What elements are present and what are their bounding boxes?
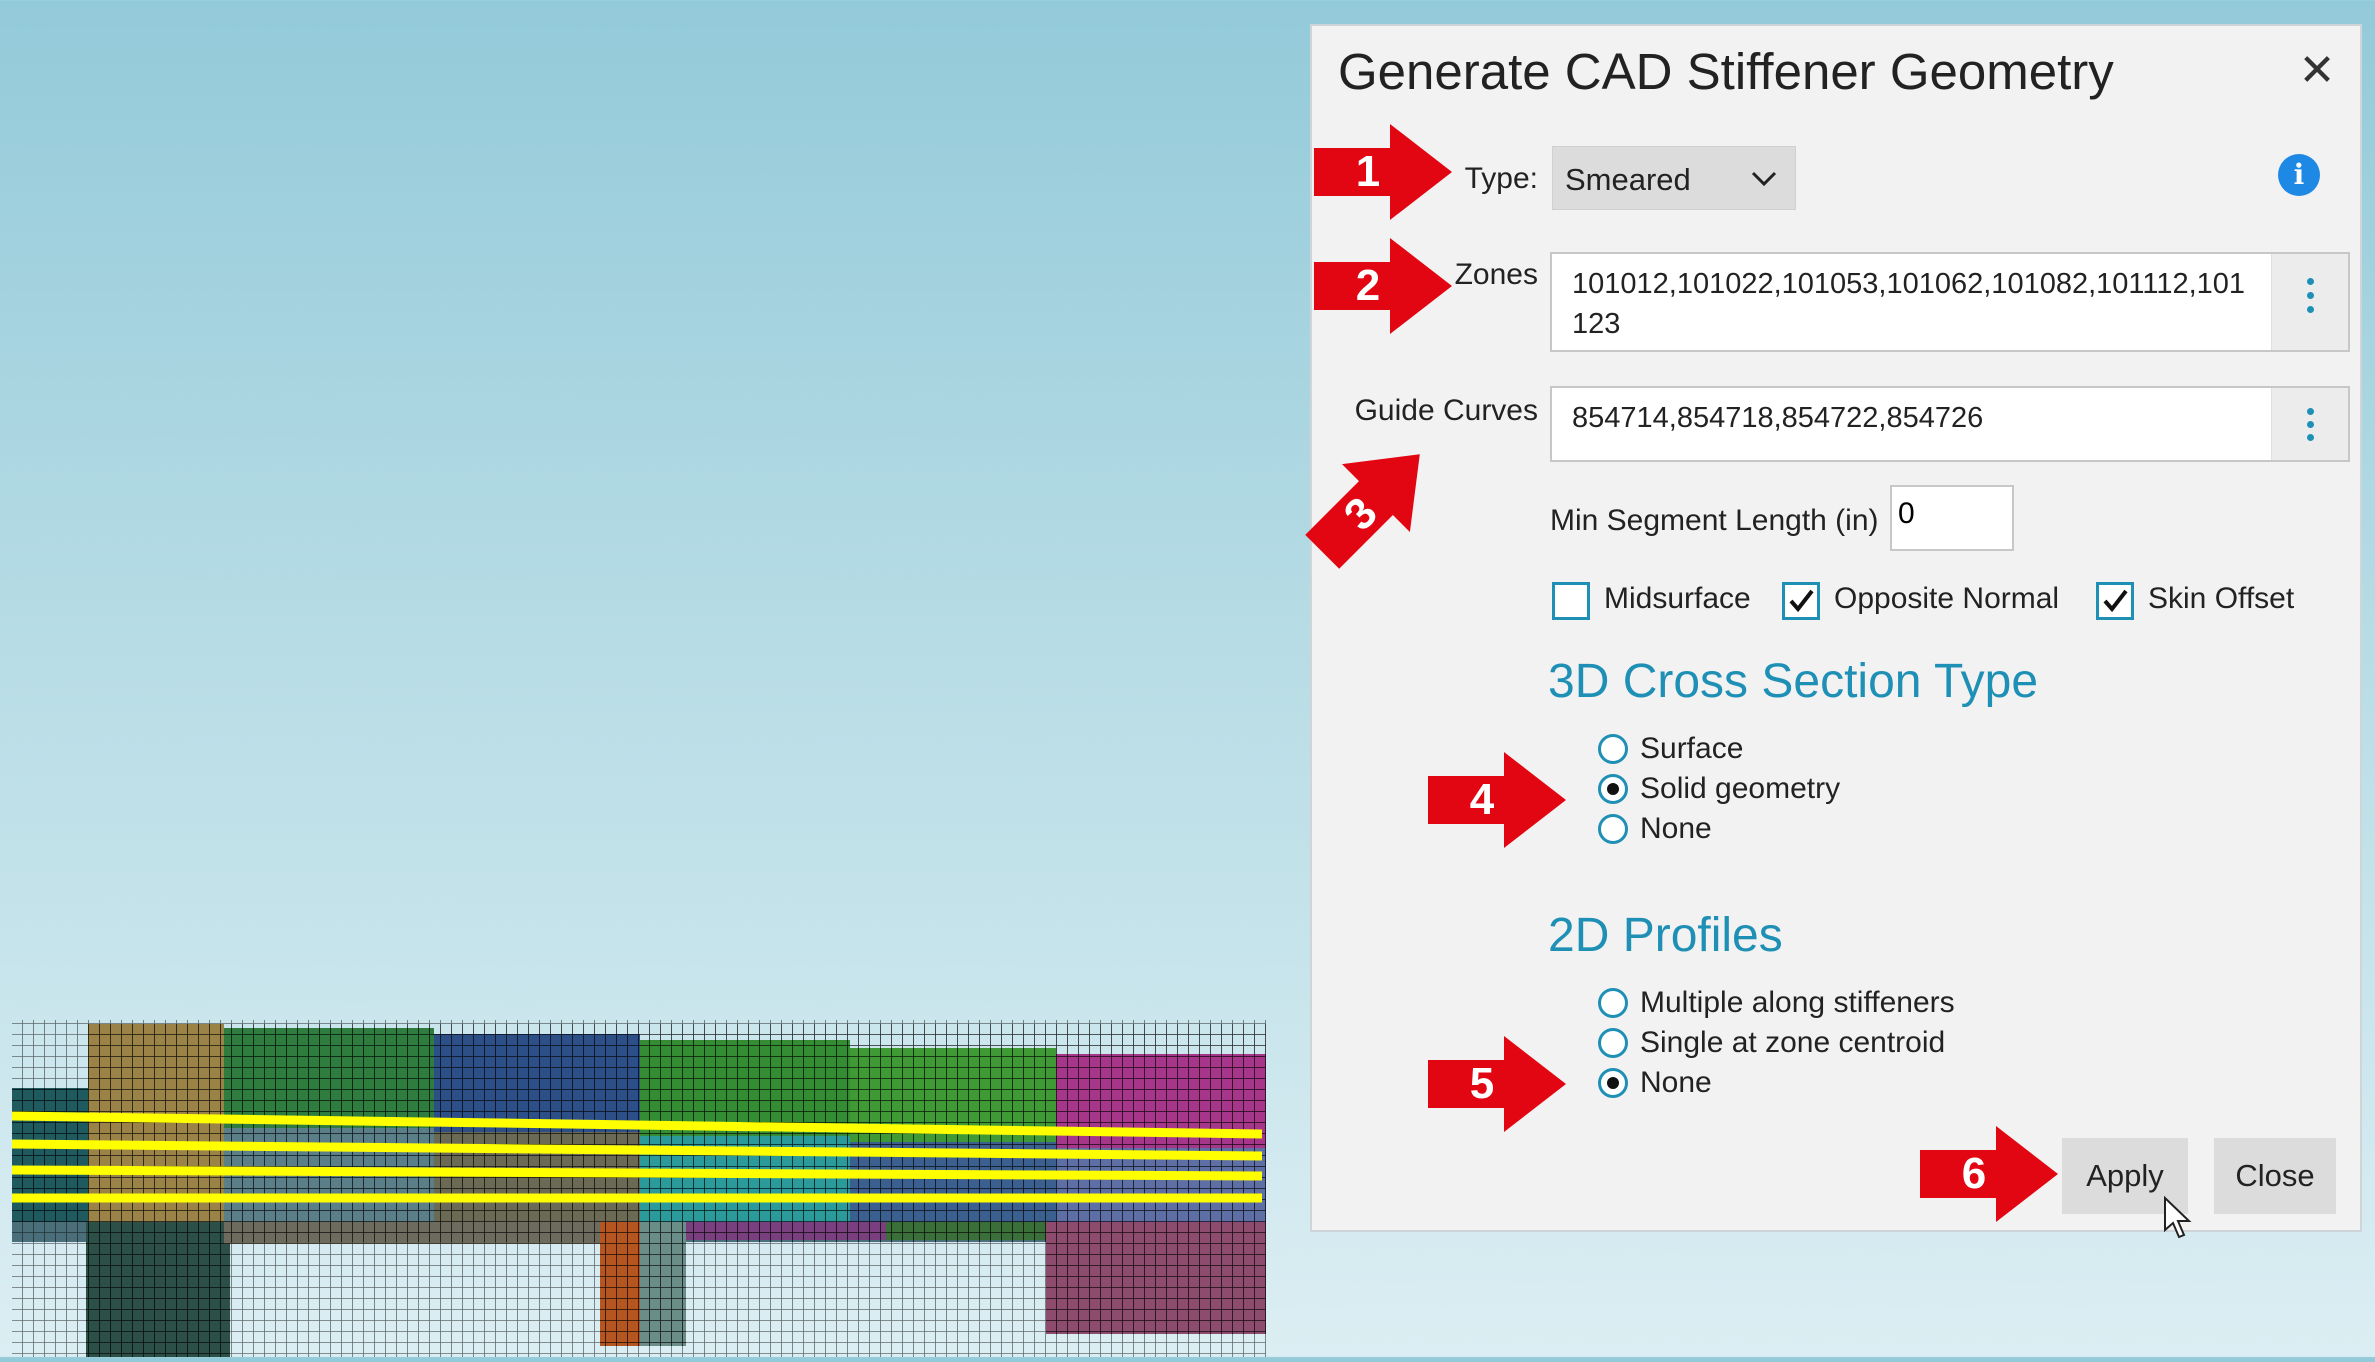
checkmark-icon	[1789, 589, 1814, 613]
guide-curves-value: 854714,854718,854722,854726	[1572, 402, 1984, 434]
section-2d-heading: 2D Profiles	[1548, 909, 1783, 962]
radio-solid-geometry[interactable]	[1598, 774, 1628, 804]
mesh-grid-overlay	[12, 1024, 1266, 1357]
callout-arrow-5: 5	[1428, 1036, 1566, 1132]
radio-multiple-label: Multiple along stiffeners	[1640, 986, 1955, 1019]
opposite-normal-checkbox[interactable]	[1782, 582, 1820, 620]
section-3d-heading: 3D Cross Section Type	[1548, 655, 2039, 708]
radio-none-3d-label: None	[1640, 812, 1712, 845]
callout-number: 5	[1470, 1059, 1494, 1108]
dialog-title: Generate CAD Stiffener Geometry	[1338, 43, 2114, 100]
zones-field[interactable]: 101012,101022,101053,101062,101082,10111…	[1550, 252, 2350, 352]
radio-surface-label: Surface	[1640, 732, 1744, 765]
callout-arrow-2: 2	[1314, 238, 1452, 334]
radio-none-3d[interactable]	[1598, 814, 1628, 844]
model-viewport[interactable]	[0, 0, 1310, 1357]
zones-value: 101012,101022,101053,101062,101082,10111…	[1572, 268, 2246, 340]
radio-surface[interactable]	[1598, 734, 1628, 764]
chevron-down-icon	[1751, 171, 1777, 187]
midsurface-label: Midsurface	[1604, 582, 1751, 615]
min-segment-input[interactable]: 0	[1890, 485, 2014, 551]
kebab-menu-icon[interactable]	[2271, 388, 2348, 460]
type-value: Smeared	[1565, 162, 1691, 197]
callout-arrow-1: 1	[1314, 124, 1452, 220]
guide-curves-field[interactable]: 854714,854718,854722,854726	[1550, 386, 2350, 462]
skin-offset-label: Skin Offset	[2148, 582, 2295, 615]
callout-arrow-3: 3	[1305, 454, 1420, 569]
info-icon[interactable]: i	[2278, 154, 2320, 196]
kebab-menu-icon[interactable]	[2271, 254, 2348, 350]
type-label: Type:	[1464, 162, 1538, 195]
callout-number: 1	[1356, 147, 1380, 196]
radio-single-at-centroid[interactable]	[1598, 1028, 1628, 1058]
close-button[interactable]: Close	[2214, 1138, 2336, 1214]
stiffener-mesh-model	[11, 0, 1266, 1357]
opposite-normal-label: Opposite Normal	[1834, 582, 2060, 615]
callout-arrow-4: 4	[1428, 752, 1566, 848]
radio-none-2d-label: None	[1640, 1066, 1712, 1099]
zones-label: Zones	[1454, 258, 1538, 291]
radio-none-2d[interactable]	[1598, 1068, 1628, 1098]
guide-curves-label: Guide Curves	[1354, 394, 1538, 427]
callout-number: 4	[1470, 775, 1495, 824]
close-icon[interactable]: ✕	[2292, 46, 2342, 96]
radio-single-label: Single at zone centroid	[1640, 1026, 1946, 1059]
callout-number: 6	[1962, 1149, 1986, 1198]
skin-offset-checkbox[interactable]	[2096, 582, 2134, 620]
type-dropdown[interactable]: Smeared	[1552, 146, 1796, 210]
min-segment-label: Min Segment Length (in)	[1550, 504, 1879, 537]
callout-arrow-6: 6	[1920, 1126, 2058, 1222]
midsurface-checkbox[interactable]	[1552, 582, 1590, 620]
checkmark-icon	[2103, 589, 2128, 613]
radio-solid-geometry-label: Solid geometry	[1640, 772, 1841, 805]
callout-number: 2	[1356, 261, 1380, 310]
radio-multiple-along-stiffeners[interactable]	[1598, 988, 1628, 1018]
mouse-cursor-icon	[2164, 1196, 2192, 1239]
